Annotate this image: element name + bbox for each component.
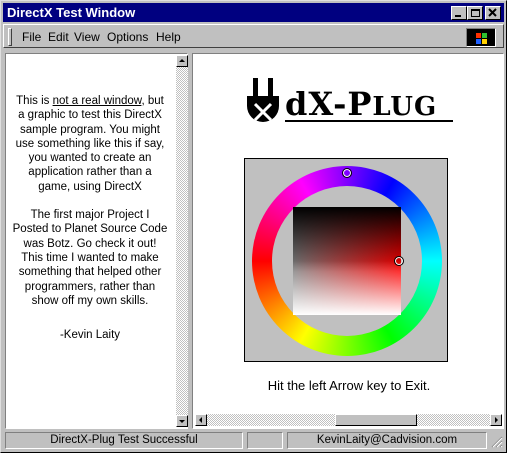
scroll-down-button[interactable]	[176, 415, 188, 427]
signature: -Kevin Laity	[59, 329, 121, 342]
scroll-thumb[interactable]	[335, 414, 417, 426]
menu-file[interactable]: File	[20, 29, 43, 45]
status-panel-empty	[247, 432, 283, 449]
left-vertical-scrollbar[interactable]	[176, 55, 188, 427]
down-arrow-icon	[179, 420, 185, 423]
hue-marker[interactable]	[342, 168, 352, 178]
right-display-pane: dX-PLUG Hit the left Arrow key to Exit.	[192, 53, 504, 429]
right-horizontal-scrollbar[interactable]	[195, 414, 502, 426]
maximize-button[interactable]	[467, 6, 483, 20]
close-button[interactable]	[485, 6, 501, 20]
status-panel-email: KevinLaity@Cadvision.com	[287, 432, 487, 449]
menu-view[interactable]: View	[72, 29, 102, 45]
logo-wordmark: dX-PLUG	[285, 85, 438, 123]
menu-options[interactable]: Options	[105, 29, 150, 45]
menu-bar: File Edit View Options Help	[3, 24, 504, 48]
menu-help[interactable]: Help	[154, 29, 183, 45]
scroll-up-button[interactable]	[176, 55, 188, 67]
maximize-icon	[471, 9, 480, 17]
minimize-button[interactable]	[451, 6, 467, 20]
color-picker[interactable]	[244, 158, 448, 362]
scroll-left-button[interactable]	[195, 414, 207, 426]
left-text-pane: This is not a real window, but a graphic…	[5, 53, 188, 429]
resize-grip-icon[interactable]	[490, 435, 503, 448]
sv-marker[interactable]	[394, 256, 404, 266]
status-panel-message: DirectX-Plug Test Successful	[5, 432, 243, 449]
menu-edit[interactable]: Edit	[46, 29, 71, 45]
exit-hint: Hit the left Arrow key to Exit.	[267, 378, 431, 393]
project-paragraph: The first major Project I Posted to Plan…	[12, 209, 168, 307]
status-bar: DirectX-Plug Test Successful KevinLaity@…	[3, 432, 504, 450]
intro-paragraph: This is not a real window, but a graphic…	[15, 95, 165, 193]
title-bar[interactable]: DirectX Test Window	[3, 3, 504, 22]
right-arrow-icon	[495, 417, 498, 423]
up-arrow-icon	[179, 59, 185, 62]
description-text: This is not a real window, but a graphic…	[12, 94, 168, 342]
close-icon	[488, 8, 497, 17]
main-window: DirectX Test Window File Edit View Optio…	[0, 0, 507, 453]
menu-grip[interactable]	[8, 28, 12, 46]
saturation-value-square[interactable]	[293, 207, 401, 315]
window-title: DirectX Test Window	[7, 5, 136, 20]
not-real-window-link[interactable]: not a real window	[53, 95, 142, 107]
windows-logo-icon	[466, 28, 496, 47]
logo-underline	[285, 120, 453, 122]
scroll-right-button[interactable]	[490, 414, 502, 426]
plug-icon	[247, 78, 279, 122]
minimize-icon	[455, 15, 461, 17]
left-arrow-icon	[199, 417, 202, 423]
dx-plug-logo: dX-PLUG	[243, 76, 453, 126]
